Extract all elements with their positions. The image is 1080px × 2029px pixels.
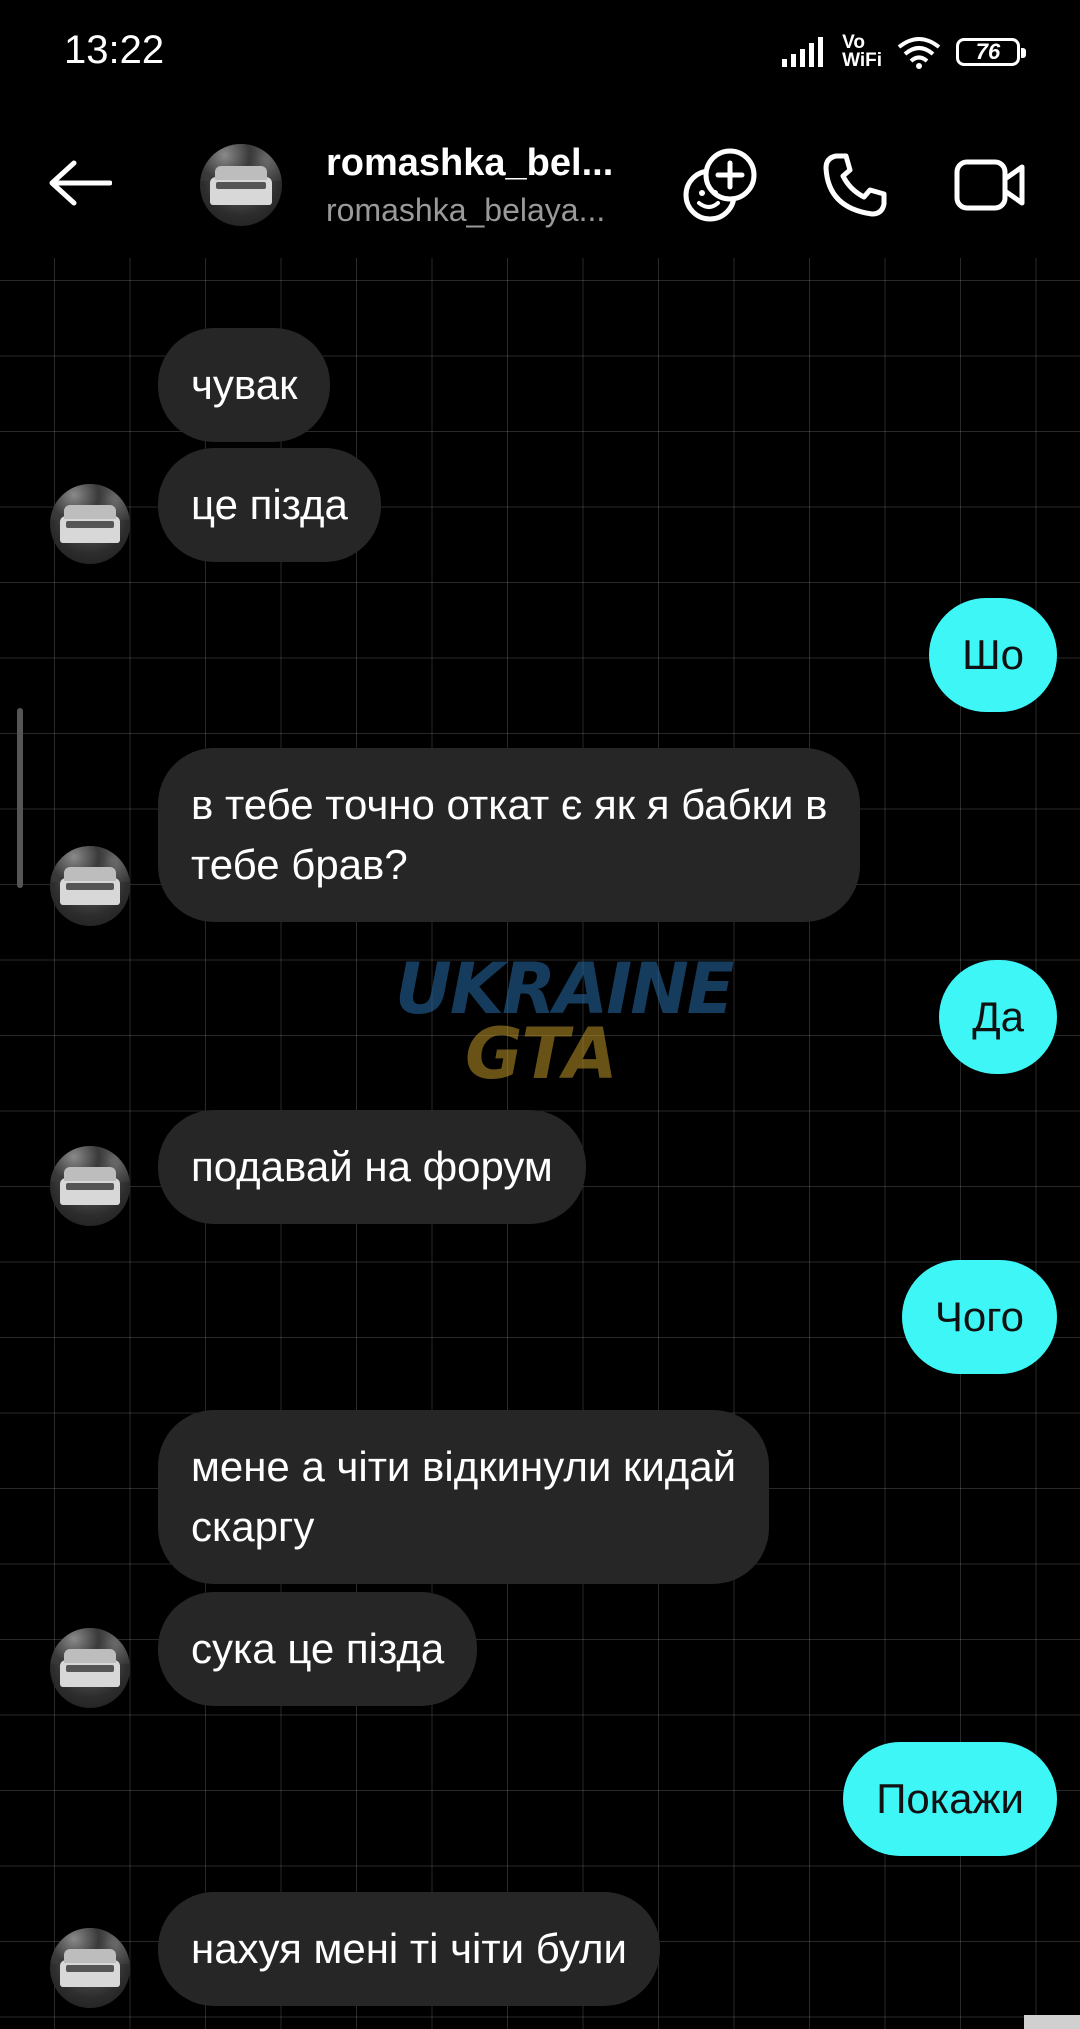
- video-call-button[interactable]: [945, 142, 1035, 232]
- phone-icon: [822, 152, 888, 223]
- message-outgoing[interactable]: Покажи: [843, 1742, 1057, 1856]
- sender-avatar[interactable]: [50, 1928, 130, 2008]
- watermark-line1: UKRAINE: [395, 948, 735, 1030]
- message-incoming[interactable]: нахуя мені ті чіти були: [158, 1892, 660, 2006]
- message-incoming[interactable]: в тебе точно откат є як я бабки в тебе б…: [158, 748, 861, 922]
- vowifi-bottom: WiFi: [842, 50, 882, 71]
- add-effects-button[interactable]: [675, 142, 765, 232]
- chat-header: romashka_bel... romashka_belaya...: [0, 120, 1080, 250]
- sender-avatar[interactable]: [50, 1628, 130, 1708]
- contact-username[interactable]: romashka_belaya...: [326, 192, 626, 229]
- sender-avatar[interactable]: [50, 1146, 130, 1226]
- message-incoming[interactable]: це пізда: [158, 448, 381, 562]
- signal-icon: [782, 37, 828, 67]
- back-button[interactable]: [40, 150, 120, 220]
- message-incoming[interactable]: чувак: [158, 328, 331, 442]
- battery-indicator: 76: [956, 38, 1026, 66]
- watermark-logo: UKRAINE GTA: [395, 948, 735, 1098]
- message-outgoing[interactable]: Да: [939, 960, 1057, 1074]
- back-arrow-icon: [48, 159, 113, 212]
- message-outgoing[interactable]: Чого: [901, 1260, 1057, 1374]
- message-outgoing[interactable]: Шо: [929, 598, 1057, 712]
- message-incoming[interactable]: сука це пізда: [158, 1592, 478, 1706]
- contact-name[interactable]: romashka_bel...: [326, 142, 626, 185]
- scrollbar[interactable]: [17, 708, 23, 888]
- battery-level: 76: [975, 39, 1001, 64]
- sender-avatar[interactable]: [50, 846, 130, 926]
- wifi-icon: [896, 35, 942, 69]
- contact-avatar[interactable]: [200, 144, 282, 226]
- vowifi-indicator: Vo WiFi: [842, 33, 882, 71]
- chat-thread[interactable]: UKRAINE GTA чувак це пізда Шо в тебе точ…: [0, 258, 1080, 2029]
- status-icons: Vo WiFi 76: [782, 30, 1026, 74]
- sender-avatar[interactable]: [50, 484, 130, 564]
- call-button[interactable]: [810, 142, 900, 232]
- add-effects-icon: [682, 147, 758, 228]
- message-incoming[interactable]: мене а чіти відкинули кидай скаргу: [158, 1410, 770, 1584]
- video-camera-icon: [954, 157, 1026, 218]
- watermark-line2: GTA: [465, 1013, 618, 1095]
- status-time: 13:22: [64, 28, 165, 72]
- message-incoming[interactable]: подавай на форум: [158, 1110, 586, 1224]
- status-bar: 13:22 Vo WiFi 76: [0, 0, 1080, 110]
- corner-handle: [1024, 2015, 1080, 2029]
